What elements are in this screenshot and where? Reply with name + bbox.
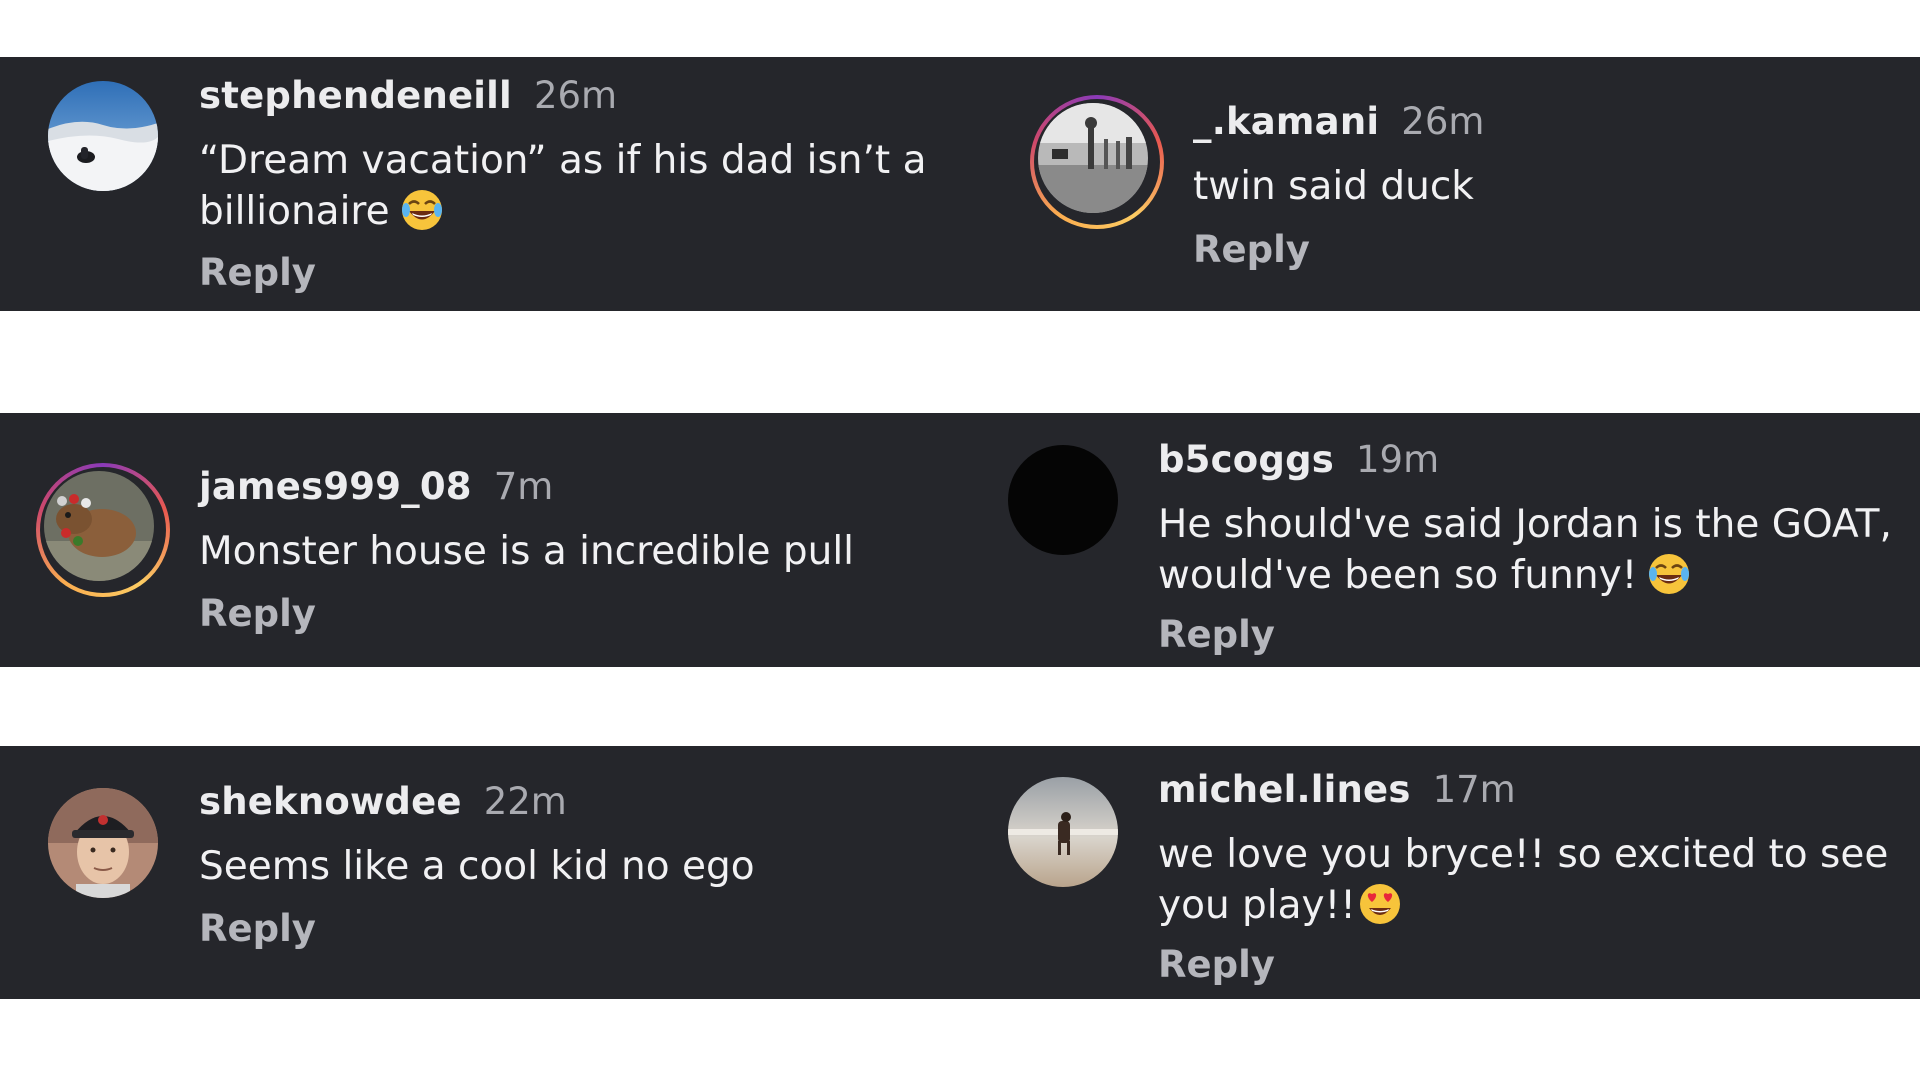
username[interactable]: michel.lines [1158, 768, 1411, 811]
avatar[interactable] [1008, 445, 1118, 555]
comment-body: Monster house is a incredible pull [199, 529, 855, 574]
comment-body: Seems like a cool kid no ego [199, 844, 755, 889]
comment-header: james999_08 7m [199, 465, 553, 509]
comment-text: “Dream vacation” as if his dad isn’t a b… [199, 135, 929, 237]
story-ring[interactable] [1030, 95, 1164, 229]
heart-eyes-emoji-icon [1358, 882, 1402, 926]
comment-header: _.kamani 26m [1193, 100, 1484, 144]
comment-header: b5coggs 19m [1158, 438, 1439, 482]
comment-band-3: sheknowdee 22m Seems like a cool kid no e… [0, 746, 1920, 999]
comment-text: twin said duck [1193, 161, 1920, 212]
tears-of-joy-emoji-icon [400, 188, 444, 232]
reply-button[interactable]: Reply [199, 907, 316, 951]
tears-of-joy-emoji-icon [1647, 552, 1691, 596]
timestamp: 17m [1432, 768, 1516, 811]
comment-header: stephendeneill 26m [199, 74, 617, 118]
comment-body: we love you bryce!! so excited to see yo… [1158, 832, 1889, 928]
comment-item: stephendeneill 26m “Dream vacation” as if… [0, 57, 927, 311]
username[interactable]: b5coggs [1158, 438, 1334, 481]
comment-item: james999_08 7m Monster house is a incredi… [0, 413, 920, 667]
username[interactable]: _.kamani [1193, 100, 1379, 143]
comment-text: He should've said Jordan is the GOAT, wo… [1158, 499, 1908, 601]
comment-item: b5coggs 19m He should've said Jordan is t… [1000, 413, 1920, 667]
timestamp: 26m [1401, 100, 1485, 143]
reply-button[interactable]: Reply [199, 251, 316, 295]
timestamp: 22m [483, 780, 567, 823]
avatar[interactable] [44, 471, 154, 581]
comment-header: sheknowdee 22m [199, 780, 567, 824]
comment-band-2: james999_08 7m Monster house is a incredi… [0, 413, 1920, 667]
comments-screenshot-collage: stephendeneill 26m “Dream vacation” as if… [0, 0, 1920, 1080]
avatar[interactable] [48, 788, 158, 898]
reply-button[interactable]: Reply [199, 592, 316, 636]
capybara-avatar-image [44, 471, 154, 581]
comment-text: Seems like a cool kid no ego [199, 841, 929, 892]
comment-item: michel.lines 17m we love you bryce!! so e… [1000, 746, 1920, 1000]
comment-text: we love you bryce!! so excited to see yo… [1158, 829, 1908, 931]
reply-button[interactable]: Reply [1158, 943, 1275, 987]
comment-band-1: stephendeneill 26m “Dream vacation” as if… [0, 57, 1920, 311]
comment-text: Monster house is a incredible pull [199, 526, 929, 577]
horse-beach-avatar-image [1008, 777, 1118, 887]
avatar[interactable] [48, 81, 158, 191]
gym-photo-avatar-image [1038, 103, 1148, 213]
username[interactable]: james999_08 [199, 465, 472, 508]
comment-header: michel.lines 17m [1158, 768, 1516, 812]
timestamp: 26m [533, 74, 618, 117]
story-ring[interactable] [36, 463, 170, 597]
avatar[interactable] [1038, 103, 1148, 213]
comment-body: twin said duck [1193, 164, 1474, 209]
comment-item: sheknowdee 22m Seems like a cool kid no e… [0, 746, 920, 1000]
man-in-cap-avatar-image [48, 788, 158, 898]
username[interactable]: stephendeneill [199, 74, 512, 117]
comment-item: _.kamani 26m twin said duck Reply [1000, 57, 1920, 311]
reply-button[interactable]: Reply [1158, 613, 1275, 657]
comment-body: “Dream vacation” as if his dad isn’t a b… [199, 138, 927, 234]
username[interactable]: sheknowdee [199, 780, 462, 823]
timestamp: 7m [493, 465, 554, 508]
reply-button[interactable]: Reply [1193, 228, 1310, 272]
timestamp: 19m [1355, 438, 1440, 481]
comment-body: He should've said Jordan is the GOAT, wo… [1158, 502, 1892, 598]
snow-landscape-avatar-image [48, 81, 158, 191]
avatar[interactable] [1008, 777, 1118, 887]
